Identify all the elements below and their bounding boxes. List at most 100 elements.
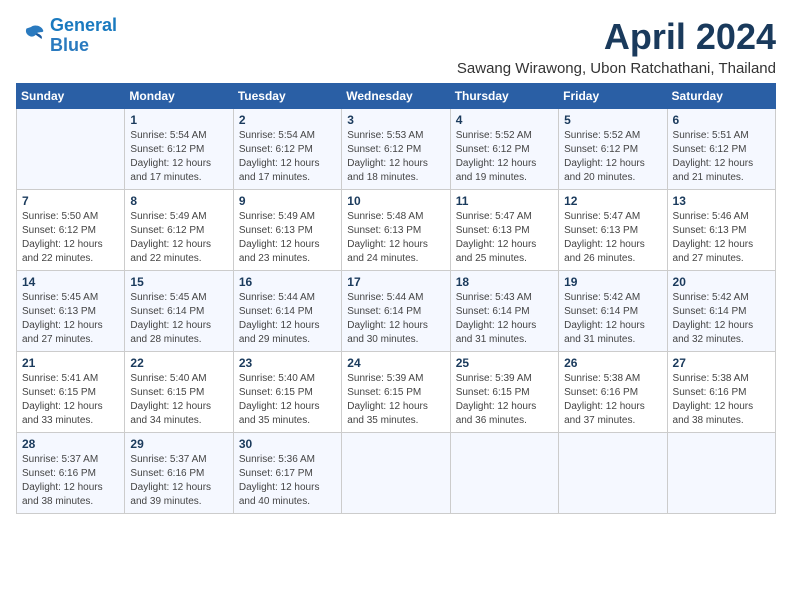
- week-row-4: 21 Sunrise: 5:41 AM Sunset: 6:15 PM Dayli…: [17, 352, 776, 433]
- day-number: 29: [130, 437, 227, 451]
- day-info: Sunrise: 5:52 AM Sunset: 6:12 PM Dayligh…: [456, 129, 553, 185]
- day-info: Sunrise: 5:39 AM Sunset: 6:15 PM Dayligh…: [347, 372, 444, 428]
- day-info: Sunrise: 5:47 AM Sunset: 6:13 PM Dayligh…: [564, 210, 661, 266]
- day-info: Sunrise: 5:38 AM Sunset: 6:16 PM Dayligh…: [673, 372, 770, 428]
- day-number: 22: [130, 356, 227, 370]
- day-number: 17: [347, 275, 444, 289]
- calendar-cell: 28 Sunrise: 5:37 AM Sunset: 6:16 PM Dayli…: [17, 433, 125, 514]
- calendar-cell: 30 Sunrise: 5:36 AM Sunset: 6:17 PM Dayli…: [233, 433, 341, 514]
- calendar-cell: 22 Sunrise: 5:40 AM Sunset: 6:15 PM Dayli…: [125, 352, 233, 433]
- day-info: Sunrise: 5:43 AM Sunset: 6:14 PM Dayligh…: [456, 291, 553, 347]
- day-info: Sunrise: 5:40 AM Sunset: 6:15 PM Dayligh…: [130, 372, 227, 428]
- day-info: Sunrise: 5:44 AM Sunset: 6:14 PM Dayligh…: [347, 291, 444, 347]
- day-number: 8: [130, 194, 227, 208]
- week-row-5: 28 Sunrise: 5:37 AM Sunset: 6:16 PM Dayli…: [17, 433, 776, 514]
- day-info: Sunrise: 5:42 AM Sunset: 6:14 PM Dayligh…: [564, 291, 661, 347]
- day-number: 6: [673, 113, 770, 127]
- day-number: 30: [239, 437, 336, 451]
- day-info: Sunrise: 5:49 AM Sunset: 6:12 PM Dayligh…: [130, 210, 227, 266]
- calendar-cell: [559, 433, 667, 514]
- day-number: 11: [456, 194, 553, 208]
- day-number: 14: [22, 275, 119, 289]
- day-info: Sunrise: 5:42 AM Sunset: 6:14 PM Dayligh…: [673, 291, 770, 347]
- day-number: 3: [347, 113, 444, 127]
- calendar-cell: 12Sunrise: 5:47 AM Sunset: 6:13 PM Dayli…: [559, 190, 667, 271]
- calendar-cell: 8 Sunrise: 5:49 AM Sunset: 6:12 PM Daylig…: [125, 190, 233, 271]
- day-number: 2: [239, 113, 336, 127]
- calendar-cell: 19 Sunrise: 5:42 AM Sunset: 6:14 PM Dayli…: [559, 271, 667, 352]
- day-number: 20: [673, 275, 770, 289]
- logo-line1: General: [50, 15, 117, 35]
- day-info: Sunrise: 5:51 AM Sunset: 6:12 PM Dayligh…: [673, 129, 770, 185]
- day-info: Sunrise: 5:39 AM Sunset: 6:15 PM Dayligh…: [456, 372, 553, 428]
- logo: General Blue: [16, 16, 117, 56]
- calendar-cell: 26 Sunrise: 5:38 AM Sunset: 6:16 PM Dayli…: [559, 352, 667, 433]
- calendar-cell: 15 Sunrise: 5:45 AM Sunset: 6:14 PM Dayli…: [125, 271, 233, 352]
- calendar-cell: [450, 433, 558, 514]
- weekday-header-saturday: Saturday: [667, 84, 775, 109]
- calendar-cell: 18Sunrise: 5:43 AM Sunset: 6:14 PM Dayli…: [450, 271, 558, 352]
- day-info: Sunrise: 5:36 AM Sunset: 6:17 PM Dayligh…: [239, 453, 336, 509]
- day-info: Sunrise: 5:47 AM Sunset: 6:13 PM Dayligh…: [456, 210, 553, 266]
- day-info: Sunrise: 5:37 AM Sunset: 6:16 PM Dayligh…: [130, 453, 227, 509]
- day-number: 19: [564, 275, 661, 289]
- day-info: Sunrise: 5:54 AM Sunset: 6:12 PM Dayligh…: [130, 129, 227, 185]
- day-number: 26: [564, 356, 661, 370]
- calendar-cell: 1Sunrise: 5:54 AM Sunset: 6:12 PM Daylig…: [125, 109, 233, 190]
- calendar-cell: 23Sunrise: 5:40 AM Sunset: 6:15 PM Dayli…: [233, 352, 341, 433]
- calendar-table: SundayMondayTuesdayWednesdayThursdayFrid…: [16, 83, 776, 514]
- day-number: 15: [130, 275, 227, 289]
- day-number: 10: [347, 194, 444, 208]
- calendar-cell: 14 Sunrise: 5:45 AM Sunset: 6:13 PM Dayli…: [17, 271, 125, 352]
- page-header: General Blue April 2024 Sawang Wirawong,…: [16, 16, 776, 77]
- calendar-cell: 11 Sunrise: 5:47 AM Sunset: 6:13 PM Dayli…: [450, 190, 558, 271]
- day-number: 28: [22, 437, 119, 451]
- day-number: 16: [239, 275, 336, 289]
- day-number: 21: [22, 356, 119, 370]
- day-info: Sunrise: 5:54 AM Sunset: 6:12 PM Dayligh…: [239, 129, 336, 185]
- day-number: 24: [347, 356, 444, 370]
- day-info: Sunrise: 5:37 AM Sunset: 6:16 PM Dayligh…: [22, 453, 119, 509]
- weekday-header-sunday: Sunday: [17, 84, 125, 109]
- calendar-cell: 20 Sunrise: 5:42 AM Sunset: 6:14 PM Dayli…: [667, 271, 775, 352]
- calendar-cell: [667, 433, 775, 514]
- day-number: 4: [456, 113, 553, 127]
- week-row-1: 1Sunrise: 5:54 AM Sunset: 6:12 PM Daylig…: [17, 109, 776, 190]
- weekday-header-wednesday: Wednesday: [342, 84, 450, 109]
- weekday-header-row: SundayMondayTuesdayWednesdayThursdayFrid…: [17, 84, 776, 109]
- logo-icon: [16, 21, 46, 51]
- month-title: April 2024: [457, 16, 776, 58]
- calendar-cell: 24 Sunrise: 5:39 AM Sunset: 6:15 PM Dayli…: [342, 352, 450, 433]
- logo-line2: Blue: [50, 35, 89, 55]
- location-title: Sawang Wirawong, Ubon Ratchathani, Thail…: [457, 60, 776, 77]
- calendar-cell: 4 Sunrise: 5:52 AM Sunset: 6:12 PM Daylig…: [450, 109, 558, 190]
- calendar-cell: 2 Sunrise: 5:54 AM Sunset: 6:12 PM Daylig…: [233, 109, 341, 190]
- weekday-header-thursday: Thursday: [450, 84, 558, 109]
- calendar-cell: [17, 109, 125, 190]
- calendar-cell: 21 Sunrise: 5:41 AM Sunset: 6:15 PM Dayli…: [17, 352, 125, 433]
- day-info: Sunrise: 5:45 AM Sunset: 6:13 PM Dayligh…: [22, 291, 119, 347]
- day-info: Sunrise: 5:53 AM Sunset: 6:12 PM Dayligh…: [347, 129, 444, 185]
- week-row-2: 7Sunrise: 5:50 AM Sunset: 6:12 PM Daylig…: [17, 190, 776, 271]
- day-info: Sunrise: 5:41 AM Sunset: 6:15 PM Dayligh…: [22, 372, 119, 428]
- calendar-cell: 10Sunrise: 5:48 AM Sunset: 6:13 PM Dayli…: [342, 190, 450, 271]
- weekday-header-tuesday: Tuesday: [233, 84, 341, 109]
- calendar-cell: 5 Sunrise: 5:52 AM Sunset: 6:12 PM Daylig…: [559, 109, 667, 190]
- calendar-cell: 17 Sunrise: 5:44 AM Sunset: 6:14 PM Dayli…: [342, 271, 450, 352]
- day-number: 23: [239, 356, 336, 370]
- day-info: Sunrise: 5:45 AM Sunset: 6:14 PM Dayligh…: [130, 291, 227, 347]
- day-info: Sunrise: 5:38 AM Sunset: 6:16 PM Dayligh…: [564, 372, 661, 428]
- day-number: 13: [673, 194, 770, 208]
- calendar-cell: 3 Sunrise: 5:53 AM Sunset: 6:12 PM Daylig…: [342, 109, 450, 190]
- calendar-cell: 6 Sunrise: 5:51 AM Sunset: 6:12 PM Daylig…: [667, 109, 775, 190]
- title-block: April 2024 Sawang Wirawong, Ubon Ratchat…: [457, 16, 776, 77]
- weekday-header-monday: Monday: [125, 84, 233, 109]
- day-info: Sunrise: 5:46 AM Sunset: 6:13 PM Dayligh…: [673, 210, 770, 266]
- calendar-cell: 9Sunrise: 5:49 AM Sunset: 6:13 PM Daylig…: [233, 190, 341, 271]
- calendar-cell: 29 Sunrise: 5:37 AM Sunset: 6:16 PM Dayli…: [125, 433, 233, 514]
- day-info: Sunrise: 5:52 AM Sunset: 6:12 PM Dayligh…: [564, 129, 661, 185]
- calendar-cell: [342, 433, 450, 514]
- day-number: 5: [564, 113, 661, 127]
- day-info: Sunrise: 5:44 AM Sunset: 6:14 PM Dayligh…: [239, 291, 336, 347]
- day-info: Sunrise: 5:49 AM Sunset: 6:13 PM Dayligh…: [239, 210, 336, 266]
